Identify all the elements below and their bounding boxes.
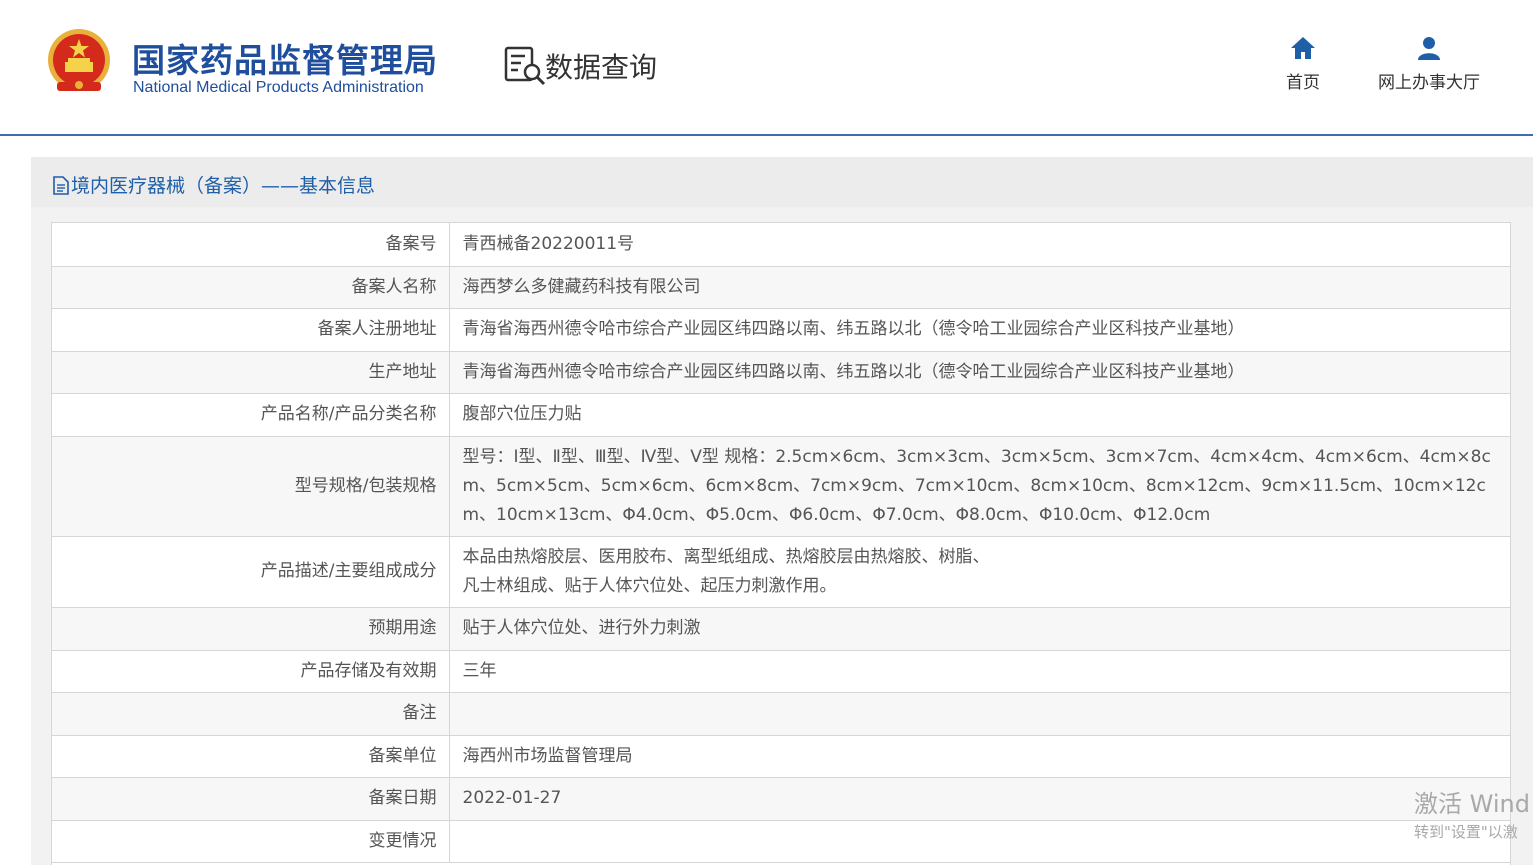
windows-activation-watermark: 激活 Wind 转到"设置"以激 <box>1414 784 1530 842</box>
panel-header: 境内医疗器械（备案）——基本信息 <box>31 157 1533 207</box>
field-label: 产品存储及有效期 <box>52 650 450 693</box>
field-label: 备案人注册地址 <box>52 308 450 352</box>
field-label: 生产地址 <box>52 351 450 394</box>
table-row: 生产地址 青海省海西州德令哈市综合产业园区纬四路以南、纬五路以北（德令哈工业园综… <box>52 351 1510 394</box>
table-row: 型号规格/包装规格 型号：Ⅰ型、Ⅱ型、Ⅲ型、Ⅳ型、Ⅴ型 规格：2.5cm×6cm… <box>52 436 1510 537</box>
nav-home-label: 首页 <box>1286 73 1320 93</box>
table-row: 备注 <box>52 692 1510 736</box>
field-label: 产品描述/主要组成成分 <box>52 536 450 608</box>
table-row: 备案人名称 海西梦么多健藏药科技有限公司 <box>52 266 1510 309</box>
field-value: 青西械备20220011号 <box>449 223 1510 267</box>
field-value-line: 凡士林组成、贴于人体穴位处、起压力刺激作用。 <box>462 575 837 596</box>
table-row: 备案人注册地址 青海省海西州德令哈市综合产业园区纬四路以南、纬五路以北（德令哈工… <box>52 308 1510 352</box>
site-header: 国家药品监督管理局 National Medical Products Admi… <box>0 0 1533 136</box>
document-icon <box>53 176 69 195</box>
nav-online-hall-label: 网上办事大厅 <box>1378 73 1480 93</box>
watermark-line2: 转到"设置"以激 <box>1414 823 1518 841</box>
field-label: 预期用途 <box>52 607 450 651</box>
field-value-line: 本品由热熔胶层、医用胶布、离型纸组成、热熔胶层由热熔胶、树脂、 <box>462 546 990 567</box>
panel-title: 境内医疗器械（备案）——基本信息 <box>53 171 375 198</box>
nav-online-hall-link[interactable]: 网上办事大厅 <box>1370 36 1488 93</box>
field-value: 贴于人体穴位处、进行外力刺激 <box>449 607 1510 651</box>
section-title: 数据查询 <box>545 51 658 84</box>
field-label: 备注 <box>52 692 450 736</box>
panel-title-text: 境内医疗器械（备案）——基本信息 <box>71 175 376 197</box>
field-value: 海西梦么多健藏药科技有限公司 <box>449 266 1510 309</box>
table-row: 备案号 青西械备20220011号 <box>52 223 1510 267</box>
watermark-line1: 激活 Wind <box>1414 790 1530 818</box>
field-label: 备案号 <box>52 223 450 267</box>
agency-name-cn: 国家药品监督管理局 <box>132 41 438 80</box>
field-value: 型号：Ⅰ型、Ⅱ型、Ⅲ型、Ⅳ型、Ⅴ型 规格：2.5cm×6cm、3cm×3cm、3… <box>449 436 1510 537</box>
nav-home-link[interactable]: 首页 <box>1278 36 1328 93</box>
field-value: 本品由热熔胶层、医用胶布、离型纸组成、热熔胶层由热熔胶、树脂、 凡士林组成、贴于… <box>449 536 1510 608</box>
field-value <box>449 820 1510 863</box>
field-value: 青海省海西州德令哈市综合产业园区纬四路以南、纬五路以北（德令哈工业园综合产业区科… <box>449 308 1510 352</box>
record-panel: 境内医疗器械（备案）——基本信息 备案号 青西械备20220011号 备案人名称… <box>31 157 1533 865</box>
field-value: 海西州市场监督管理局 <box>449 735 1510 778</box>
field-label: 变更情况 <box>52 820 450 863</box>
table-row: 备案日期 2022-01-27 <box>52 777 1510 821</box>
field-label: 型号规格/包装规格 <box>52 436 450 537</box>
field-value: 三年 <box>449 650 1510 693</box>
national-emblem-icon <box>48 29 110 91</box>
table-row: 备案单位 海西州市场监督管理局 <box>52 735 1510 778</box>
field-value <box>449 692 1510 736</box>
agency-name-en: National Medical Products Administration <box>133 79 424 96</box>
table-row: 产品描述/主要组成成分 本品由热熔胶层、医用胶布、离型纸组成、热熔胶层由热熔胶、… <box>52 536 1510 608</box>
field-value: 2022-01-27 <box>449 777 1510 821</box>
table-row: 产品存储及有效期 三年 <box>52 650 1510 693</box>
field-label: 备案单位 <box>52 735 450 778</box>
table-row: 预期用途 贴于人体穴位处、进行外力刺激 <box>52 607 1510 651</box>
field-label: 产品名称/产品分类名称 <box>52 393 450 437</box>
home-icon <box>1291 37 1315 59</box>
record-table: 备案号 青西械备20220011号 备案人名称 海西梦么多健藏药科技有限公司 备… <box>51 222 1511 865</box>
data-query-icon <box>504 46 546 86</box>
field-label: 备案人名称 <box>52 266 450 309</box>
field-value: 青海省海西州德令哈市综合产业园区纬四路以南、纬五路以北（德令哈工业园综合产业区科… <box>449 351 1510 394</box>
user-icon <box>1418 37 1440 60</box>
table-row: 产品名称/产品分类名称 腹部穴位压力贴 <box>52 393 1510 437</box>
field-value: 腹部穴位压力贴 <box>449 393 1510 437</box>
field-label: 备案日期 <box>52 777 450 821</box>
table-row: 变更情况 <box>52 820 1510 863</box>
